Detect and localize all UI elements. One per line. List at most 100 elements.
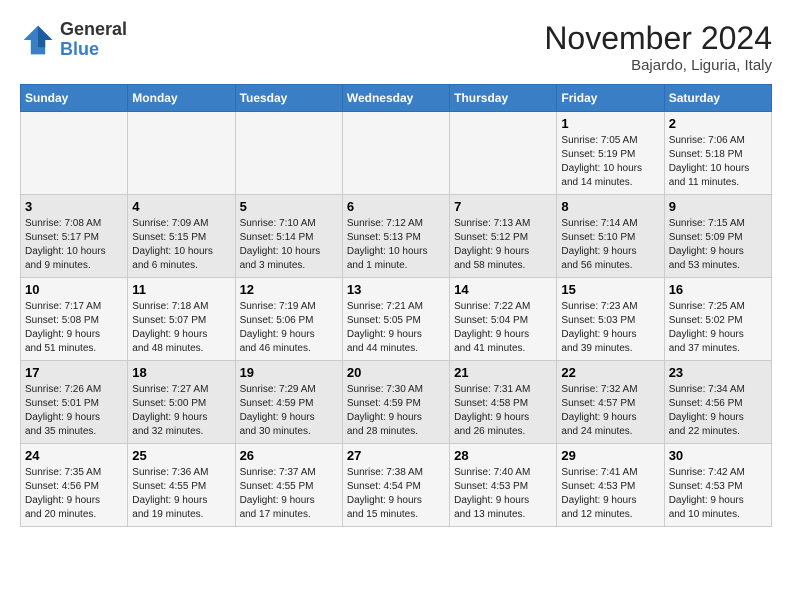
day-number: 7 — [454, 199, 552, 214]
day-info: Sunrise: 7:41 AM Sunset: 4:53 PM Dayligh… — [561, 466, 659, 522]
logo-icon — [20, 22, 56, 58]
page-header: General Blue November 2024 Bajardo, Ligu… — [20, 20, 772, 74]
day-info: Sunrise: 7:36 AM Sunset: 4:55 PM Dayligh… — [132, 466, 230, 522]
calendar-cell — [450, 112, 557, 195]
calendar-header: SundayMondayTuesdayWednesdayThursdayFrid… — [21, 85, 772, 112]
day-number: 14 — [454, 282, 552, 297]
weekday-header: Saturday — [664, 85, 771, 112]
calendar-cell: 18 Sunrise: 7:27 AM Sunset: 5:00 PM Dayli… — [128, 361, 235, 444]
calendar-cell — [128, 112, 235, 195]
day-info: Sunrise: 7:38 AM Sunset: 4:54 PM Dayligh… — [347, 466, 445, 522]
calendar-cell: 26 Sunrise: 7:37 AM Sunset: 4:55 PM Dayli… — [235, 444, 342, 527]
day-number: 30 — [669, 448, 767, 463]
day-info: Sunrise: 7:14 AM Sunset: 5:10 PM Dayligh… — [561, 217, 659, 273]
day-number: 21 — [454, 365, 552, 380]
weekday-row: SundayMondayTuesdayWednesdayThursdayFrid… — [21, 85, 772, 112]
logo-text: General Blue — [60, 20, 127, 60]
day-info: Sunrise: 7:23 AM Sunset: 5:03 PM Dayligh… — [561, 300, 659, 356]
day-number: 9 — [669, 199, 767, 214]
calendar-cell: 9Sunrise: 7:15 AM Sunset: 5:09 PM Daylig… — [664, 195, 771, 278]
day-info: Sunrise: 7:10 AM Sunset: 5:14 PM Dayligh… — [240, 217, 338, 273]
weekday-header: Thursday — [450, 85, 557, 112]
calendar-cell: 5 Sunrise: 7:10 AM Sunset: 5:14 PM Daylig… — [235, 195, 342, 278]
calendar-cell: 21 Sunrise: 7:31 AM Sunset: 4:58 PM Dayli… — [450, 361, 557, 444]
calendar-cell: 24 Sunrise: 7:35 AM Sunset: 4:56 PM Dayli… — [21, 444, 128, 527]
day-info: Sunrise: 7:31 AM Sunset: 4:58 PM Dayligh… — [454, 383, 552, 439]
calendar-cell: 17 Sunrise: 7:26 AM Sunset: 5:01 PM Dayli… — [21, 361, 128, 444]
calendar-table: SundayMondayTuesdayWednesdayThursdayFrid… — [20, 84, 772, 527]
day-info: Sunrise: 7:22 AM Sunset: 5:04 PM Dayligh… — [454, 300, 552, 356]
day-number: 5 — [240, 199, 338, 214]
weekday-header: Monday — [128, 85, 235, 112]
calendar-cell: 28Sunrise: 7:40 AM Sunset: 4:53 PM Dayli… — [450, 444, 557, 527]
calendar-cell: 19 Sunrise: 7:29 AM Sunset: 4:59 PM Dayli… — [235, 361, 342, 444]
day-info: Sunrise: 7:27 AM Sunset: 5:00 PM Dayligh… — [132, 383, 230, 439]
location-subtitle: Bajardo, Liguria, Italy — [544, 57, 772, 74]
title-block: November 2024 Bajardo, Liguria, Italy — [544, 20, 772, 74]
logo: General Blue — [20, 20, 127, 60]
day-info: Sunrise: 7:05 AM Sunset: 5:19 PM Dayligh… — [561, 134, 659, 190]
calendar-week-row: 17 Sunrise: 7:26 AM Sunset: 5:01 PM Dayli… — [21, 361, 772, 444]
day-info: Sunrise: 7:13 AM Sunset: 5:12 PM Dayligh… — [454, 217, 552, 273]
calendar-body: 1Sunrise: 7:05 AM Sunset: 5:19 PM Daylig… — [21, 112, 772, 527]
day-info: Sunrise: 7:35 AM Sunset: 4:56 PM Dayligh… — [25, 466, 123, 522]
day-info: Sunrise: 7:30 AM Sunset: 4:59 PM Dayligh… — [347, 383, 445, 439]
calendar-cell: 6 Sunrise: 7:12 AM Sunset: 5:13 PM Daylig… — [342, 195, 449, 278]
calendar-cell: 27 Sunrise: 7:38 AM Sunset: 4:54 PM Dayli… — [342, 444, 449, 527]
calendar-cell — [235, 112, 342, 195]
weekday-header: Friday — [557, 85, 664, 112]
calendar-cell: 15 Sunrise: 7:23 AM Sunset: 5:03 PM Dayli… — [557, 278, 664, 361]
day-info: Sunrise: 7:42 AM Sunset: 4:53 PM Dayligh… — [669, 466, 767, 522]
calendar-cell: 23 Sunrise: 7:34 AM Sunset: 4:56 PM Dayli… — [664, 361, 771, 444]
day-number: 6 — [347, 199, 445, 214]
day-number: 26 — [240, 448, 338, 463]
day-number: 11 — [132, 282, 230, 297]
day-number: 29 — [561, 448, 659, 463]
calendar-cell: 3 Sunrise: 7:08 AM Sunset: 5:17 PM Daylig… — [21, 195, 128, 278]
calendar-cell: 22Sunrise: 7:32 AM Sunset: 4:57 PM Dayli… — [557, 361, 664, 444]
weekday-header: Sunday — [21, 85, 128, 112]
day-info: Sunrise: 7:08 AM Sunset: 5:17 PM Dayligh… — [25, 217, 123, 273]
calendar-cell: 2 Sunrise: 7:06 AM Sunset: 5:18 PM Daylig… — [664, 112, 771, 195]
day-info: Sunrise: 7:29 AM Sunset: 4:59 PM Dayligh… — [240, 383, 338, 439]
calendar-cell: 10 Sunrise: 7:17 AM Sunset: 5:08 PM Dayli… — [21, 278, 128, 361]
calendar-cell: 29 Sunrise: 7:41 AM Sunset: 4:53 PM Dayli… — [557, 444, 664, 527]
day-number: 17 — [25, 365, 123, 380]
day-info: Sunrise: 7:06 AM Sunset: 5:18 PM Dayligh… — [669, 134, 767, 190]
day-info: Sunrise: 7:18 AM Sunset: 5:07 PM Dayligh… — [132, 300, 230, 356]
calendar-cell: 4Sunrise: 7:09 AM Sunset: 5:15 PM Daylig… — [128, 195, 235, 278]
day-info: Sunrise: 7:34 AM Sunset: 4:56 PM Dayligh… — [669, 383, 767, 439]
calendar-cell: 7 Sunrise: 7:13 AM Sunset: 5:12 PM Daylig… — [450, 195, 557, 278]
weekday-header: Tuesday — [235, 85, 342, 112]
day-number: 15 — [561, 282, 659, 297]
day-info: Sunrise: 7:37 AM Sunset: 4:55 PM Dayligh… — [240, 466, 338, 522]
day-number: 12 — [240, 282, 338, 297]
day-info: Sunrise: 7:25 AM Sunset: 5:02 PM Dayligh… — [669, 300, 767, 356]
day-info: Sunrise: 7:26 AM Sunset: 5:01 PM Dayligh… — [25, 383, 123, 439]
day-number: 4 — [132, 199, 230, 214]
calendar-cell: 20 Sunrise: 7:30 AM Sunset: 4:59 PM Dayli… — [342, 361, 449, 444]
calendar-cell: 13Sunrise: 7:21 AM Sunset: 5:05 PM Dayli… — [342, 278, 449, 361]
calendar-week-row: 24 Sunrise: 7:35 AM Sunset: 4:56 PM Dayli… — [21, 444, 772, 527]
day-number: 10 — [25, 282, 123, 297]
calendar-cell: 8Sunrise: 7:14 AM Sunset: 5:10 PM Daylig… — [557, 195, 664, 278]
day-number: 2 — [669, 116, 767, 131]
day-number: 22 — [561, 365, 659, 380]
day-number: 20 — [347, 365, 445, 380]
day-info: Sunrise: 7:12 AM Sunset: 5:13 PM Dayligh… — [347, 217, 445, 273]
day-number: 3 — [25, 199, 123, 214]
day-info: Sunrise: 7:40 AM Sunset: 4:53 PM Dayligh… — [454, 466, 552, 522]
calendar-cell — [21, 112, 128, 195]
calendar-week-row: 1Sunrise: 7:05 AM Sunset: 5:19 PM Daylig… — [21, 112, 772, 195]
day-number: 23 — [669, 365, 767, 380]
day-number: 19 — [240, 365, 338, 380]
day-info: Sunrise: 7:17 AM Sunset: 5:08 PM Dayligh… — [25, 300, 123, 356]
calendar-cell: 16 Sunrise: 7:25 AM Sunset: 5:02 PM Dayli… — [664, 278, 771, 361]
day-number: 27 — [347, 448, 445, 463]
calendar-cell: 14 Sunrise: 7:22 AM Sunset: 5:04 PM Dayli… — [450, 278, 557, 361]
calendar-week-row: 3 Sunrise: 7:08 AM Sunset: 5:17 PM Daylig… — [21, 195, 772, 278]
day-number: 16 — [669, 282, 767, 297]
day-number: 24 — [25, 448, 123, 463]
day-info: Sunrise: 7:19 AM Sunset: 5:06 PM Dayligh… — [240, 300, 338, 356]
day-number: 18 — [132, 365, 230, 380]
